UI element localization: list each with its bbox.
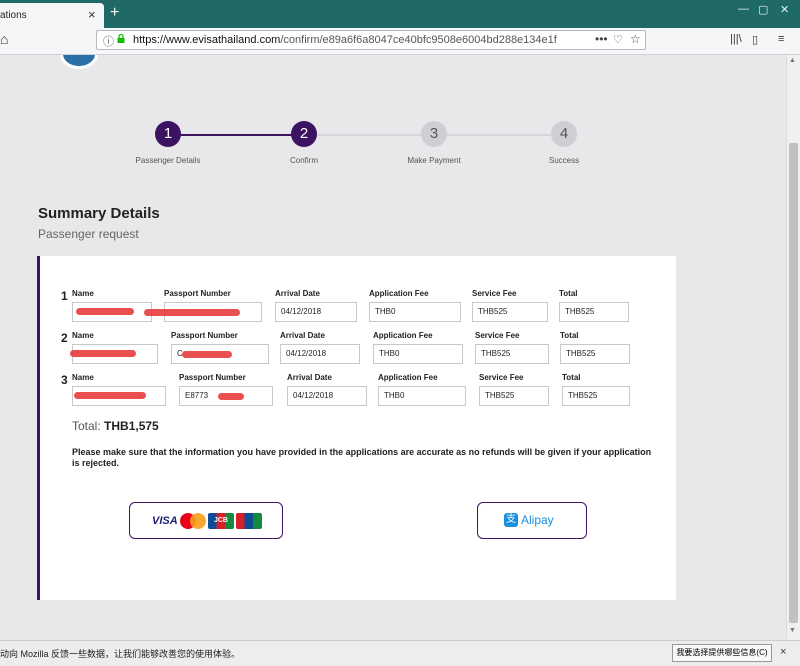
app-fee-field[interactable]: THB0 — [373, 344, 463, 364]
arrival-field[interactable]: 04/12/2018 — [275, 302, 357, 322]
passport-label: Passport Number — [171, 331, 238, 340]
service-fee-field[interactable]: THB525 — [479, 386, 549, 406]
service-fee-label: Service Fee — [475, 331, 520, 340]
service-fee-field[interactable]: THB525 — [472, 302, 548, 322]
url-bar[interactable]: ⓘ https://www.evisathailand.com/confirm/… — [96, 30, 646, 50]
site-logo — [60, 55, 98, 69]
card-payment-button[interactable]: VISA JCB — [129, 502, 283, 539]
notification-close-icon[interactable]: × — [780, 646, 786, 658]
app-fee-label: Application Fee — [373, 331, 433, 340]
step-1-label: Passenger Details — [135, 156, 201, 165]
total-label: Total — [559, 289, 578, 298]
name-label: Name — [72, 289, 94, 298]
navigation-bar: ⌂ ⓘ https://www.evisathailand.com/confir… — [0, 28, 800, 55]
name-label: Name — [72, 373, 94, 382]
arrival-field[interactable]: 04/12/2018 — [287, 386, 367, 406]
library-icon[interactable]: |||\ — [730, 33, 742, 45]
total-label: Total — [562, 373, 581, 382]
name-label: Name — [72, 331, 94, 340]
tab-title: ations — [0, 10, 27, 21]
row-number: 1 — [61, 289, 68, 303]
passport-label: Passport Number — [164, 289, 231, 298]
vertical-scrollbar[interactable]: ▲ ▼ — [786, 55, 800, 640]
maximize-icon[interactable]: ▢ — [758, 3, 768, 16]
service-fee-label: Service Fee — [479, 373, 524, 382]
step-3-circle: 3 — [421, 121, 447, 147]
notification-text: 动向 Mozilla 反馈一些数据，让我们能够改善您的使用体验。 — [0, 649, 241, 659]
redaction-mark — [182, 351, 232, 358]
step-connector-2 — [316, 134, 422, 136]
new-tab-icon[interactable]: + — [110, 4, 119, 22]
redaction-mark — [70, 350, 136, 357]
tab-strip: ations × + — ▢ ✕ — [0, 0, 800, 28]
redaction-mark — [74, 392, 146, 399]
redaction-mark — [218, 393, 244, 400]
page-content: 1 2 3 4 Passenger Details Confirm Make P… — [0, 55, 786, 640]
alipay-icon: 支 — [504, 513, 518, 527]
step-3-label: Make Payment — [407, 156, 461, 165]
unionpay-logo — [236, 513, 262, 529]
scroll-down-icon[interactable]: ▼ — [789, 627, 796, 634]
pocket-icon[interactable]: ♡ — [613, 33, 623, 46]
step-1-circle: 1 — [155, 121, 181, 147]
bookmark-star-icon[interactable]: ☆ — [630, 32, 641, 46]
info-icon[interactable]: ⓘ — [103, 33, 114, 49]
step-4-circle: 4 — [551, 121, 577, 147]
grand-total: Total: THB1,575 — [72, 419, 159, 433]
app-fee-field[interactable]: THB0 — [369, 302, 461, 322]
redaction-mark — [144, 309, 240, 316]
url-text: https://www.evisathailand.com/confirm/e8… — [133, 34, 557, 46]
choose-data-button[interactable]: 我要选择提供哪些信息(C) — [672, 644, 772, 662]
tab-close-icon[interactable]: × — [88, 7, 96, 22]
menu-icon[interactable]: ≡ — [778, 33, 784, 45]
refund-notice: Please make sure that the information yo… — [72, 447, 652, 468]
visa-logo: VISA — [152, 515, 178, 527]
service-fee-label: Service Fee — [472, 289, 517, 298]
redaction-mark — [76, 308, 134, 315]
arrival-field[interactable]: 04/12/2018 — [280, 344, 360, 364]
scroll-thumb[interactable] — [789, 143, 798, 623]
step-connector-1 — [180, 134, 292, 136]
home-icon[interactable]: ⌂ — [0, 31, 8, 47]
arrival-label: Arrival Date — [275, 289, 320, 298]
summary-subtitle: Passenger request — [38, 227, 139, 241]
alipay-label: Alipay — [521, 513, 554, 527]
lock-icon — [117, 34, 125, 43]
app-fee-label: Application Fee — [369, 289, 429, 298]
page-actions-icon[interactable]: ••• — [595, 32, 608, 46]
step-connector-3 — [446, 134, 552, 136]
passport-label: Passport Number — [179, 373, 246, 382]
minimize-icon[interactable]: — — [738, 3, 749, 15]
sidebar-icon[interactable]: ▯ — [752, 33, 758, 46]
summary-title: Summary Details — [38, 205, 160, 222]
summary-card: 1 Name Passport Number Arrival Date Appl… — [37, 256, 676, 600]
step-4-label: Success — [548, 156, 580, 165]
total-field[interactable]: THB525 — [559, 302, 629, 322]
total-label: Total — [560, 331, 579, 340]
scroll-up-icon[interactable]: ▲ — [789, 57, 796, 64]
arrival-label: Arrival Date — [287, 373, 332, 382]
total-field[interactable]: THB525 — [560, 344, 630, 364]
jcb-logo: JCB — [208, 513, 234, 529]
app-fee-label: Application Fee — [378, 373, 438, 382]
row-number: 3 — [61, 373, 68, 387]
notification-bar: 动向 Mozilla 反馈一些数据，让我们能够改善您的使用体验。 我要选择提供哪… — [0, 640, 800, 666]
row-number: 2 — [61, 331, 68, 345]
service-fee-field[interactable]: THB525 — [475, 344, 549, 364]
step-2-circle: 2 — [291, 121, 317, 147]
app-fee-field[interactable]: THB0 — [378, 386, 466, 406]
alipay-button[interactable]: 支 Alipay — [477, 502, 587, 539]
mastercard-logo-overlap — [190, 513, 206, 529]
arrival-label: Arrival Date — [280, 331, 325, 340]
total-field[interactable]: THB525 — [562, 386, 630, 406]
browser-tab[interactable]: ations × — [0, 3, 104, 28]
window-close-icon[interactable]: ✕ — [780, 3, 789, 16]
step-2-label: Confirm — [289, 156, 318, 165]
